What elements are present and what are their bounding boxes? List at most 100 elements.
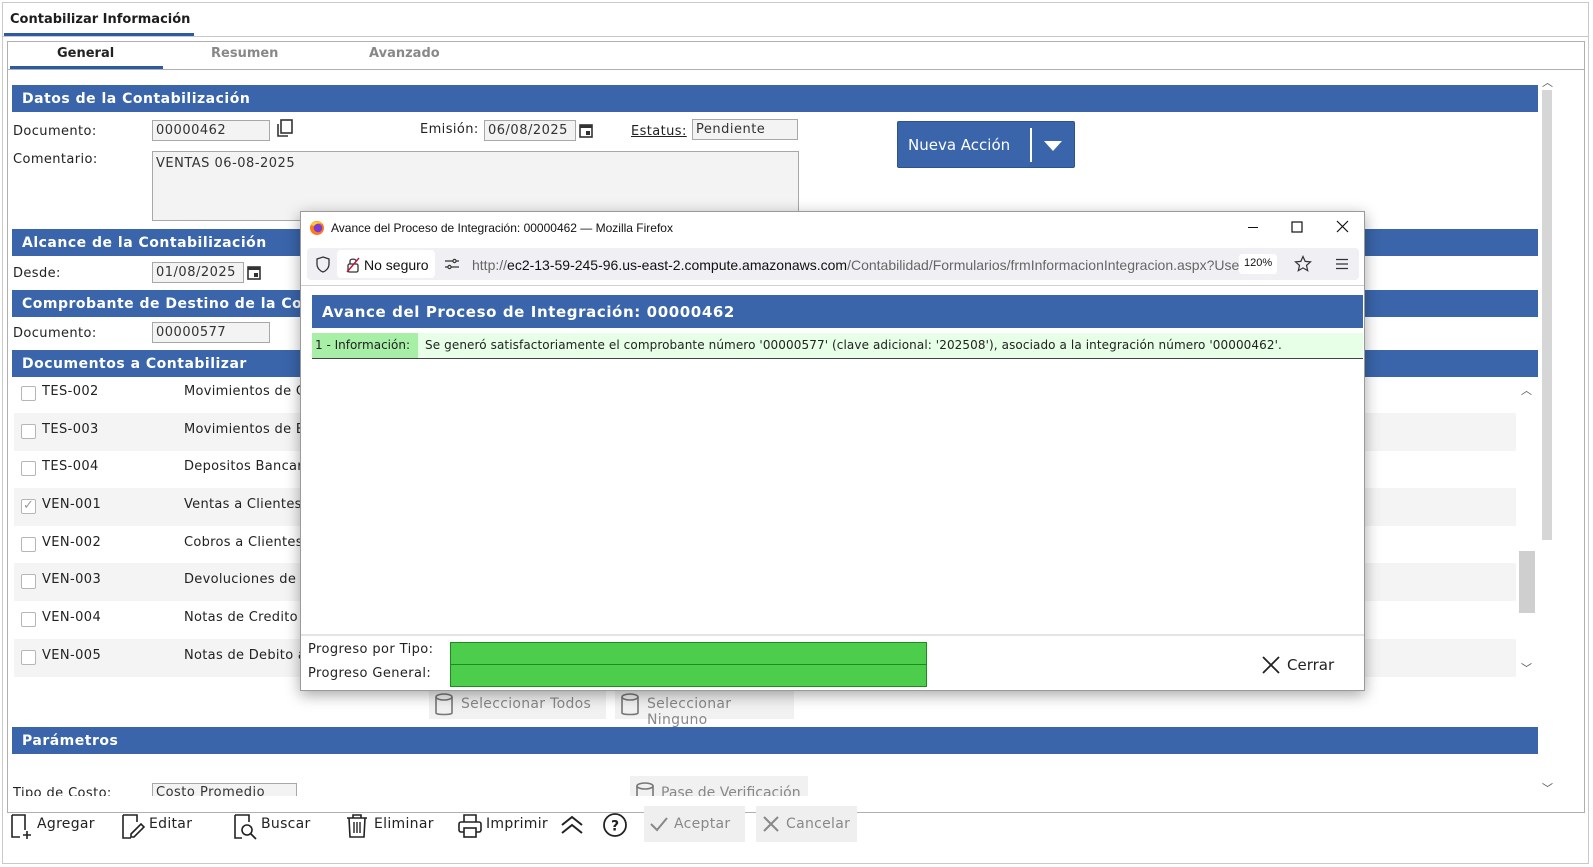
window-title: Avance del Proceso de Integración: 00000… bbox=[331, 221, 673, 235]
section-parametros: Parámetros bbox=[12, 727, 1538, 754]
close-icon[interactable] bbox=[1336, 220, 1349, 233]
minimize-icon[interactable] bbox=[1247, 221, 1259, 233]
imprimir-button[interactable]: Imprimir bbox=[458, 812, 553, 840]
check-icon bbox=[650, 817, 668, 832]
buscar-label: Buscar bbox=[261, 816, 311, 832]
desde-label: Desde: bbox=[13, 266, 61, 281]
collapse-up-icon[interactable] bbox=[560, 814, 584, 836]
doc-desc: Notas de Credito a bbox=[184, 610, 311, 625]
aceptar-button[interactable]: Aceptar bbox=[644, 806, 745, 842]
doc-code: TES-003 bbox=[42, 422, 99, 437]
scroll-up-icon[interactable]: ︿ bbox=[1521, 382, 1532, 398]
tipo-costo-select[interactable]: Costo Promedio bbox=[152, 783, 297, 796]
aceptar-label: Aceptar bbox=[674, 816, 731, 832]
url-text[interactable]: http://ec2-13-59-245-96.us-east-2.comput… bbox=[472, 257, 1258, 273]
scroll-thumb[interactable] bbox=[1542, 90, 1552, 540]
permissions-icon[interactable] bbox=[444, 258, 460, 270]
scroll-up-icon[interactable]: ︿ bbox=[1542, 74, 1553, 90]
trash-icon bbox=[347, 814, 367, 838]
doc-code: VEN-002 bbox=[42, 535, 102, 550]
shield-icon[interactable] bbox=[315, 256, 331, 273]
list-scrollbar[interactable]: ︿ ﹀ bbox=[1518, 380, 1536, 678]
tab-general[interactable]: General bbox=[57, 46, 114, 61]
row-checkbox[interactable] bbox=[21, 461, 36, 476]
database-icon bbox=[621, 693, 639, 716]
estatus-field bbox=[692, 119, 798, 140]
calendar-icon[interactable] bbox=[247, 265, 261, 280]
row-checkbox[interactable] bbox=[21, 386, 36, 401]
editar-button[interactable]: Editar bbox=[121, 812, 201, 840]
unlocked-icon bbox=[346, 257, 360, 273]
scroll-thumb[interactable] bbox=[1519, 551, 1535, 613]
tipo-costo-label: Tipo de Costo: bbox=[13, 786, 112, 796]
printer-icon bbox=[458, 814, 482, 838]
maximize-icon[interactable] bbox=[1291, 221, 1303, 233]
row-checkbox[interactable] bbox=[21, 574, 36, 589]
doc-desc: Ventas a Clientes bbox=[184, 497, 302, 512]
window-titlebar[interactable]: Avance del Proceso de Integración: 00000… bbox=[301, 212, 1364, 244]
doc-desc: Movimientos de Ba bbox=[184, 422, 314, 437]
select-all-label: Seleccionar Todos bbox=[461, 696, 592, 712]
info-message: Se generó satisfactoriamente el comproba… bbox=[425, 338, 1282, 352]
main-scrollbar[interactable]: ︿ ﹀ bbox=[1538, 74, 1556, 796]
cerrar-label: Cerrar bbox=[1287, 656, 1335, 674]
select-all-button[interactable]: Seleccionar Todos bbox=[429, 691, 606, 719]
agregar-button[interactable]: Agregar bbox=[10, 812, 100, 840]
integration-progress-window: Avance del Proceso de Integración: 00000… bbox=[300, 211, 1365, 691]
nueva-accion-button[interactable]: Nueva Acción bbox=[897, 121, 1075, 168]
divider bbox=[301, 285, 1364, 286]
search-document-icon bbox=[234, 814, 257, 840]
copy-icon[interactable] bbox=[276, 119, 294, 137]
scroll-down-icon[interactable]: ﹀ bbox=[1542, 780, 1553, 796]
row-checkbox[interactable] bbox=[21, 424, 36, 439]
doc-desc: Movimientos de Ca bbox=[184, 384, 314, 399]
doc-desc: Cobros a Clientes bbox=[184, 535, 303, 550]
row-checkbox[interactable] bbox=[21, 612, 36, 627]
info-message-row: 1 - Información: Se generó satisfactoria… bbox=[312, 333, 1363, 359]
eliminar-label: Eliminar bbox=[374, 816, 434, 832]
divider bbox=[8, 69, 1584, 70]
tab-avanzado[interactable]: Avanzado bbox=[369, 46, 440, 61]
doc-desc: Devoluciones de C bbox=[184, 572, 310, 587]
emision-field[interactable] bbox=[484, 120, 576, 141]
nueva-accion-label: Nueva Acción bbox=[908, 136, 1011, 154]
cancelar-button[interactable]: Cancelar bbox=[756, 806, 857, 842]
row-checkbox[interactable] bbox=[21, 650, 36, 665]
zoom-level[interactable]: 120% bbox=[1239, 254, 1278, 274]
select-none-button[interactable]: Seleccionar Ninguno bbox=[615, 691, 794, 728]
emision-label: Emisión: bbox=[420, 122, 479, 137]
pase-verificacion-button[interactable]: Pase de Verificación bbox=[630, 776, 808, 796]
documento-field[interactable] bbox=[152, 120, 270, 141]
doc-desc: Notas de Debito a bbox=[184, 648, 307, 663]
url-path: /Contabilidad/Formularios/frmInformacion… bbox=[847, 257, 1258, 273]
tipo-costo-value: Costo Promedio bbox=[156, 785, 266, 796]
row-checkbox[interactable] bbox=[21, 537, 36, 552]
estatus-label[interactable]: Estatus: bbox=[631, 124, 687, 139]
row-checkbox[interactable] bbox=[21, 498, 36, 514]
doc-code: VEN-001 bbox=[42, 497, 102, 512]
bookmark-star-icon[interactable] bbox=[1294, 255, 1312, 273]
desde-field[interactable] bbox=[152, 262, 244, 283]
not-secure-badge[interactable]: No seguro bbox=[337, 250, 435, 278]
imprimir-label: Imprimir bbox=[486, 816, 548, 832]
eliminar-button[interactable]: Eliminar bbox=[346, 812, 441, 840]
add-document-icon bbox=[11, 814, 31, 839]
buscar-button[interactable]: Buscar bbox=[233, 812, 318, 840]
comentario-label: Comentario: bbox=[13, 152, 98, 167]
tab-resumen[interactable]: Resumen bbox=[211, 46, 278, 61]
url-bar[interactable]: No seguro http://ec2-13-59-245-96.us-eas… bbox=[307, 248, 1359, 280]
url-host: ec2-13-59-245-96.us-east-2.compute.amazo… bbox=[507, 257, 848, 273]
menu-icon[interactable] bbox=[1335, 258, 1349, 270]
doc-code: VEN-005 bbox=[42, 648, 102, 663]
database-icon bbox=[435, 693, 453, 716]
doc-code: TES-004 bbox=[42, 459, 99, 474]
documento-label: Documento: bbox=[13, 124, 97, 139]
close-icon bbox=[1262, 656, 1280, 674]
app-title: Contabilizar Información bbox=[10, 12, 191, 27]
divider bbox=[1030, 128, 1032, 162]
calendar-icon[interactable] bbox=[579, 123, 593, 138]
help-icon[interactable]: ? bbox=[602, 812, 628, 838]
progreso-tipo-label: Progreso por Tipo: bbox=[308, 642, 434, 657]
chevron-down-icon[interactable] bbox=[1044, 141, 1062, 151]
scroll-down-icon[interactable]: ﹀ bbox=[1521, 660, 1532, 676]
